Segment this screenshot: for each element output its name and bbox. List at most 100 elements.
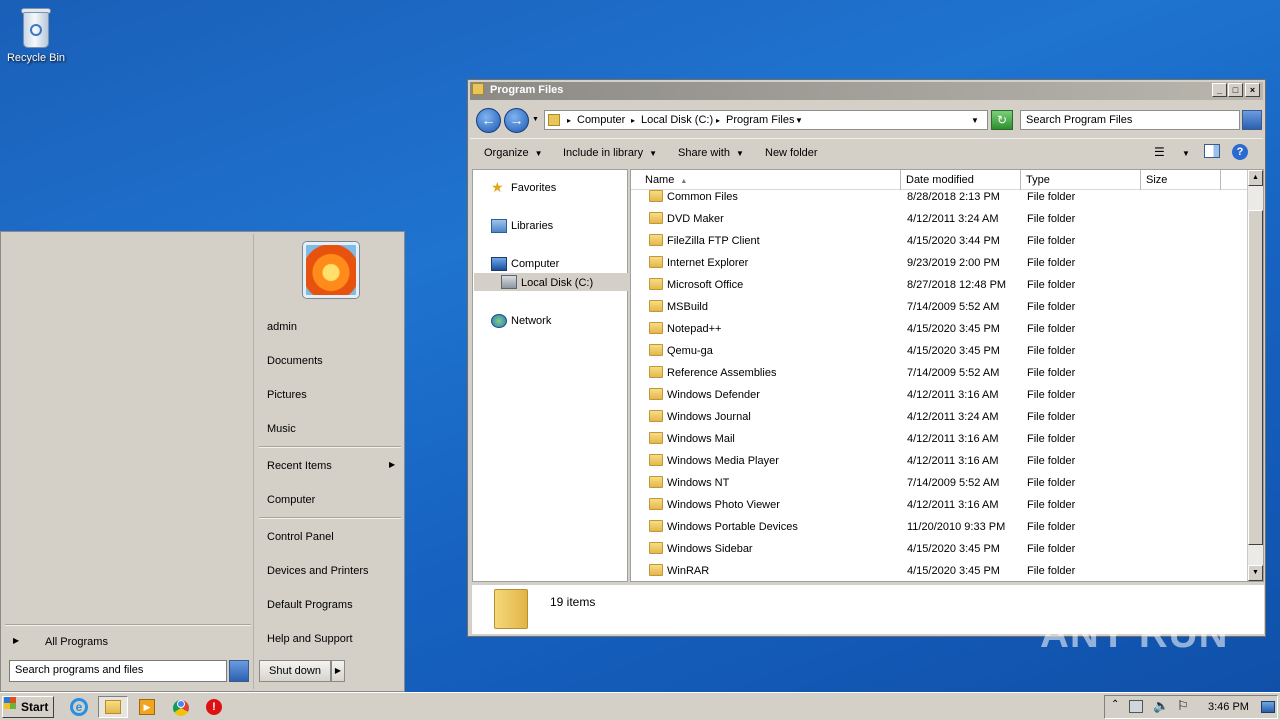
file-name: WinRAR <box>667 565 710 577</box>
scroll-down-button[interactable]: ▼ <box>1248 565 1263 581</box>
all-programs-button[interactable]: ▶ All Programs <box>13 635 249 653</box>
table-row[interactable]: FileZilla FTP Client 4/15/2020 3:44 PM Fil… <box>631 230 1247 252</box>
taskbar: Start e ▶ ! ⌃ 🔈 ⚐ 3:46 PM <box>0 692 1280 720</box>
chevron-right-icon[interactable]: ▸ <box>716 116 720 125</box>
chevron-down-icon[interactable]: ▼ <box>795 116 803 125</box>
table-row[interactable]: Windows Mail 4/12/2011 3:16 AM File folder <box>631 428 1247 450</box>
table-row[interactable]: Qemu-ga 4/15/2020 3:45 PM File folder <box>631 340 1247 362</box>
table-row[interactable]: Windows Photo Viewer 4/12/2011 3:16 AM Fil… <box>631 494 1247 516</box>
flag-icon[interactable]: ⚐ <box>1177 698 1189 714</box>
show-desktop-icon[interactable] <box>1261 701 1275 713</box>
file-date: 4/15/2020 3:45 PM <box>907 565 1000 577</box>
show-hidden-icons-button[interactable]: ⌃ <box>1111 699 1119 710</box>
table-row[interactable]: Reference Assemblies 7/14/2009 5:52 AM Fil… <box>631 362 1247 384</box>
clock[interactable]: 3:46 PM <box>1208 701 1249 713</box>
star-icon: ★ <box>491 179 504 195</box>
search-icon[interactable] <box>1242 110 1262 130</box>
table-row[interactable]: Windows Sidebar 4/15/2020 3:45 PM File fol… <box>631 538 1247 560</box>
search-folder-input[interactable]: Search Program Files <box>1020 110 1240 130</box>
chevron-right-icon[interactable]: ▸ <box>631 116 635 125</box>
nav-network[interactable]: Network <box>511 315 551 327</box>
table-row[interactable]: Internet Explorer 9/23/2019 2:00 PM File f… <box>631 252 1247 274</box>
address-bar[interactable]: ▸ Computer ▸ Local Disk (C:) ▸ Program F… <box>544 110 988 130</box>
start-link-help-support[interactable]: Help and Support <box>267 633 353 645</box>
back-button[interactable]: ← <box>476 108 501 133</box>
table-row[interactable]: Windows Defender 4/12/2011 3:16 AM File fo… <box>631 384 1247 406</box>
address-dropdown[interactable]: ▼ <box>971 116 979 125</box>
organize-button[interactable]: Organize ▼ <box>484 147 543 159</box>
file-type: File folder <box>1027 235 1076 247</box>
start-link-recent-items[interactable]: Recent Items <box>267 460 332 472</box>
scroll-up-button[interactable]: ▲ <box>1248 170 1263 186</box>
folder-icon <box>649 410 663 422</box>
help-icon[interactable]: ? <box>1232 144 1248 160</box>
file-type: File folder <box>1027 323 1076 335</box>
view-dropdown[interactable]: ▼ <box>1182 149 1190 158</box>
chevron-right-icon[interactable]: ▸ <box>567 116 571 125</box>
window-title-bar[interactable]: Program Files <box>470 82 1263 100</box>
refresh-button[interactable]: ↻ <box>991 110 1013 130</box>
volume-icon[interactable]: 🔈 <box>1153 698 1169 714</box>
table-row[interactable]: Windows NT 7/14/2009 5:52 AM File folder <box>631 472 1247 494</box>
vertical-scrollbar[interactable]: ▲ ▼ <box>1247 170 1263 581</box>
desktop-icon-recycle-bin[interactable]: Recycle Bin <box>4 6 68 64</box>
file-name: Windows Photo Viewer <box>667 499 780 511</box>
file-date: 4/15/2020 3:45 PM <box>907 543 1000 555</box>
start-search-input[interactable]: Search programs and files <box>9 660 227 682</box>
table-row[interactable]: Microsoft Office 8/27/2018 12:48 PM File f… <box>631 274 1247 296</box>
start-link-user[interactable]: admin <box>267 321 297 333</box>
start-link-devices-printers[interactable]: Devices and Printers <box>267 565 369 577</box>
windows-explorer-icon[interactable] <box>98 696 128 718</box>
shutdown-options-button[interactable]: ▶ <box>331 660 345 682</box>
table-row[interactable]: DVD Maker 4/12/2011 3:24 AM File folder <box>631 208 1247 230</box>
chrome-icon[interactable] <box>170 696 192 718</box>
close-button[interactable]: × <box>1245 83 1260 97</box>
file-name: Windows Mail <box>667 433 735 445</box>
start-link-computer[interactable]: Computer <box>267 494 315 506</box>
start-link-control-panel[interactable]: Control Panel <box>267 531 334 543</box>
table-row[interactable]: Common Files 8/28/2018 2:13 PM File folder <box>631 186 1247 208</box>
scroll-thumb[interactable] <box>1248 210 1263 545</box>
file-type: File folder <box>1027 543 1076 555</box>
nav-computer[interactable]: Computer <box>511 258 559 270</box>
file-name: Common Files <box>667 191 738 203</box>
table-row[interactable]: MSBuild 7/14/2009 5:52 AM File folder <box>631 296 1247 318</box>
table-row[interactable]: Windows Journal 4/12/2011 3:24 AM File fol… <box>631 406 1247 428</box>
start-menu-links-pane: admin Documents Pictures Music Recent It… <box>257 234 403 689</box>
include-in-library-button[interactable]: Include in library ▼ <box>563 147 657 159</box>
table-row[interactable]: Windows Media Player 4/12/2011 3:16 AM Fil… <box>631 450 1247 472</box>
file-name: Microsoft Office <box>667 279 744 291</box>
share-with-button[interactable]: Share with ▼ <box>678 147 744 159</box>
shutdown-button[interactable]: Shut down <box>259 660 331 682</box>
table-row[interactable]: Notepad++ 4/15/2020 3:45 PM File folder <box>631 318 1247 340</box>
nav-favorites[interactable]: Favorites <box>511 182 556 194</box>
new-folder-button[interactable]: New folder <box>765 147 818 159</box>
file-list: Name ▲ Date modified Type Size Common Fil… <box>630 169 1264 582</box>
view-options-icon[interactable]: ☰ <box>1154 145 1165 159</box>
maximize-button[interactable]: □ <box>1228 83 1243 97</box>
file-date: 4/12/2011 3:24 AM <box>907 213 999 225</box>
media-player-icon[interactable]: ▶ <box>136 696 158 718</box>
start-link-pictures[interactable]: Pictures <box>267 389 307 401</box>
forward-button[interactable]: → <box>504 108 529 133</box>
breadcrumb-computer[interactable]: Computer <box>577 114 625 126</box>
table-row[interactable]: Windows Portable Devices 11/20/2010 9:33 … <box>631 516 1247 538</box>
start-link-default-programs[interactable]: Default Programs <box>267 599 353 611</box>
preview-pane-icon[interactable] <box>1204 144 1220 158</box>
breadcrumb-program-files[interactable]: Program Files <box>726 114 794 126</box>
table-row[interactable]: WinRAR 4/15/2020 3:45 PM File folder <box>631 560 1247 581</box>
recent-pages-dropdown[interactable]: ▼ <box>532 116 539 123</box>
start-link-music[interactable]: Music <box>267 423 296 435</box>
file-date: 7/14/2009 5:52 AM <box>907 301 1000 313</box>
stop-icon[interactable]: ! <box>203 696 225 718</box>
action-center-icon[interactable] <box>1129 700 1143 713</box>
minimize-button[interactable]: _ <box>1212 83 1227 97</box>
start-link-documents[interactable]: Documents <box>267 355 323 367</box>
breadcrumb-local-disk[interactable]: Local Disk (C:) <box>641 114 713 126</box>
file-date: 4/12/2011 3:16 AM <box>907 389 999 401</box>
nav-local-disk[interactable]: Local Disk (C:) <box>521 277 593 289</box>
nav-libraries[interactable]: Libraries <box>511 220 553 232</box>
user-avatar[interactable] <box>303 242 359 298</box>
internet-explorer-icon[interactable]: e <box>68 696 90 718</box>
search-icon[interactable] <box>229 660 249 682</box>
